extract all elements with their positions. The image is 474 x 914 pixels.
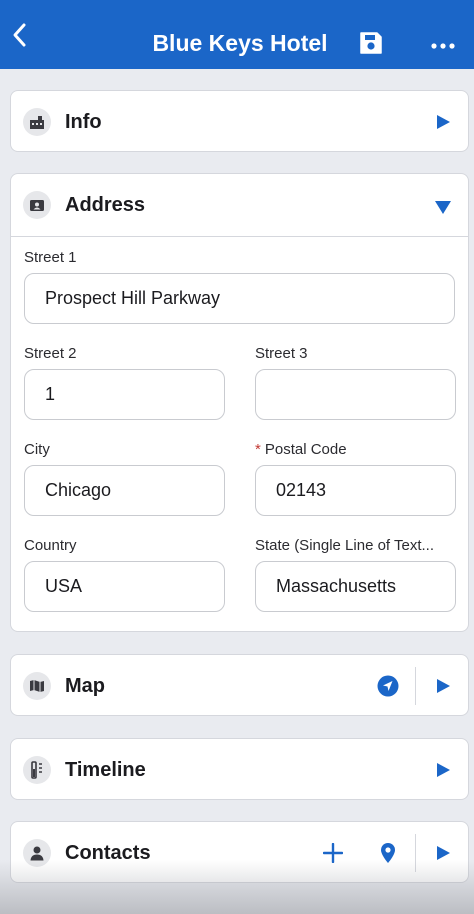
- plus-icon[interactable]: [323, 843, 343, 863]
- map-section-header[interactable]: Map: [11, 655, 468, 715]
- street1-label: Street 1: [24, 249, 77, 266]
- header-divider: [415, 667, 416, 705]
- map-icon: [23, 672, 51, 700]
- building-icon: [23, 108, 51, 136]
- more-button[interactable]: [430, 38, 456, 49]
- contacts-section: Contacts: [10, 821, 469, 883]
- address-card-icon: [23, 191, 51, 219]
- chevron-down-icon[interactable]: [434, 198, 452, 216]
- street1-input[interactable]: [24, 273, 455, 324]
- contacts-section-label: Contacts: [65, 842, 151, 864]
- timeline-icon: [23, 756, 51, 784]
- country-label: Country: [24, 537, 77, 554]
- map-section: Map: [10, 654, 469, 716]
- postal-code-input[interactable]: [255, 465, 456, 516]
- country-input[interactable]: [24, 561, 225, 612]
- timeline-section-label: Timeline: [65, 759, 146, 781]
- chevron-right-icon[interactable]: [434, 677, 452, 695]
- info-section: Info: [10, 90, 469, 152]
- chevron-right-icon[interactable]: [434, 113, 452, 131]
- street2-label: Street 2: [24, 345, 77, 362]
- timeline-section: Timeline: [10, 738, 469, 800]
- state-input[interactable]: [255, 561, 456, 612]
- save-button[interactable]: [358, 30, 384, 56]
- chevron-right-icon[interactable]: [434, 761, 452, 779]
- chevron-left-icon: [13, 23, 26, 47]
- info-section-header[interactable]: Info: [11, 91, 468, 151]
- person-icon: [23, 839, 51, 867]
- postal-code-label: * Postal Code: [255, 441, 347, 458]
- top-app-bar: Blue Keys Hotel: [0, 0, 474, 69]
- navigate-icon[interactable]: [377, 675, 399, 697]
- state-label: State (Single Line of Text...: [255, 537, 434, 554]
- street3-label: Street 3: [255, 345, 308, 362]
- back-button[interactable]: [8, 22, 30, 48]
- address-section-header[interactable]: Address: [11, 174, 468, 236]
- city-label: City: [24, 441, 50, 458]
- street2-input[interactable]: [24, 369, 225, 420]
- more-dots-icon: [431, 43, 455, 49]
- street3-input[interactable]: [255, 369, 456, 420]
- map-section-label: Map: [65, 675, 105, 697]
- city-input[interactable]: [24, 465, 225, 516]
- header-divider: [415, 834, 416, 872]
- info-section-label: Info: [65, 111, 102, 133]
- location-pin-icon[interactable]: [379, 842, 397, 864]
- required-mark: *: [255, 441, 261, 458]
- contacts-section-header[interactable]: Contacts: [11, 822, 468, 882]
- address-form: Street 1 Street 2 Street 3 City *Postal …: [11, 236, 468, 631]
- page-title: Blue Keys Hotel: [152, 30, 328, 56]
- address-section: Address Street 1 Street 2 Street 3 City …: [10, 173, 469, 632]
- timeline-section-header[interactable]: Timeline: [11, 739, 468, 799]
- save-icon: [360, 32, 382, 54]
- chevron-right-icon[interactable]: [434, 844, 452, 862]
- address-section-label: Address: [65, 194, 146, 216]
